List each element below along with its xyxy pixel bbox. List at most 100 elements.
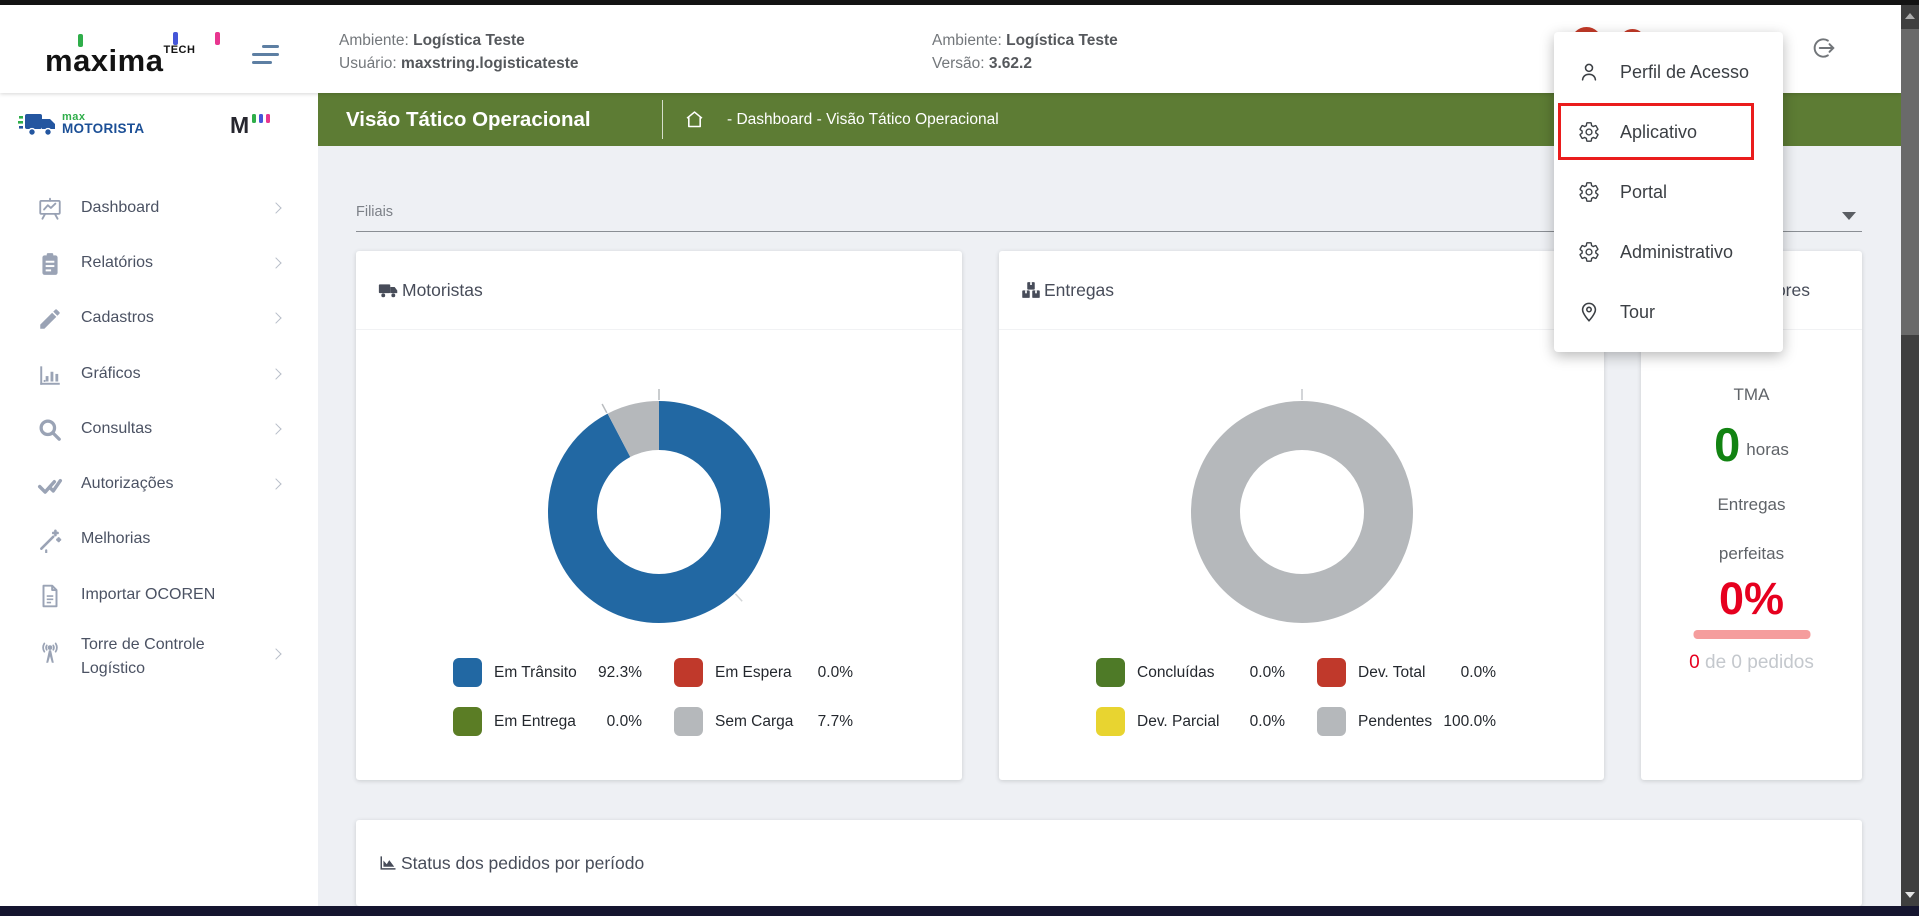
legend-label: Em Espera	[715, 658, 792, 688]
map-pin-icon	[1578, 301, 1600, 328]
sidebar-item-cadastros[interactable]: Cadastros	[0, 296, 318, 340]
brand-suffix: TECH	[163, 44, 195, 56]
ambiente-value: Logística Teste	[413, 32, 525, 49]
legend-swatch	[1317, 658, 1346, 687]
menu-item-administrativo[interactable]: Administrativo	[1554, 222, 1783, 282]
environment-user-info: Ambiente: Logística Teste Usuário: maxst…	[339, 29, 578, 75]
motoristas-card: Motoristas Em Trânsito 92.3% Em Espera 0…	[356, 251, 962, 780]
status-title: Status dos pedidos por período	[401, 853, 644, 874]
menu-item-tour[interactable]: Tour	[1554, 282, 1783, 342]
status-pedidos-card: Status dos pedidos por período	[356, 820, 1862, 906]
legend-swatch	[453, 658, 482, 687]
legend-row: Em Entrega 0.0% Sem Carga 7.7%	[356, 707, 962, 737]
sidebar-item-relatorios[interactable]: Relatórios	[0, 241, 318, 285]
sidebar: max MOTORISTA M Dashboard Relatórios	[0, 93, 318, 906]
area-chart-icon	[378, 853, 398, 873]
legend-swatch	[674, 707, 703, 736]
menu-item-aplicativo[interactable]: Aplicativo	[1554, 102, 1783, 162]
sidebar-item-importar-ocoren[interactable]: Importar OCOREN	[0, 573, 318, 617]
legend-row: Dev. Parcial 0.0% Pendentes 100.0%	[999, 707, 1604, 737]
chevron-right-icon	[270, 423, 281, 434]
filiais-select-label[interactable]: Filiais	[356, 204, 393, 220]
page-title: Visão Tático Operacional	[346, 93, 591, 146]
logout-icon[interactable]	[1810, 35, 1836, 61]
legend-value: 0.0%	[1215, 658, 1285, 688]
legend-label: Sem Carga	[715, 707, 793, 737]
legend-label: Em Trânsito	[494, 658, 577, 688]
legend-swatch	[1096, 658, 1125, 687]
entregas-card-header: Entregas	[999, 251, 1604, 330]
legend-value: 0.0%	[783, 658, 853, 688]
person-icon	[1578, 61, 1600, 88]
tma-label: TMA	[1641, 385, 1862, 405]
gear-icon	[1578, 241, 1600, 268]
scroll-up-arrow-icon[interactable]	[1901, 5, 1919, 27]
legend-value: 92.3%	[572, 658, 642, 688]
legend-value: 7.7%	[783, 707, 853, 737]
usuario-value: maxstring.logisticateste	[401, 55, 578, 72]
sidebar-item-torre-de-controle[interactable]: Torre de Controle Logístico	[0, 624, 318, 680]
vertical-scrollbar[interactable]	[1901, 5, 1919, 916]
header-divider	[662, 100, 663, 139]
scroll-down-arrow-icon[interactable]	[1901, 885, 1919, 905]
legend-swatch	[453, 707, 482, 736]
legend-label: Dev. Total	[1358, 658, 1426, 688]
entregas-title: Entregas	[1044, 280, 1114, 301]
legend-row: Concluídas 0.0% Dev. Total 0.0%	[999, 658, 1604, 688]
legend-value: 0.0%	[572, 707, 642, 737]
legend-value: 0.0%	[1215, 707, 1285, 737]
tma-value-row: 0horas	[1641, 417, 1862, 467]
scrollbar-thumb[interactable]	[1901, 29, 1919, 335]
entregas-card: Entregas Concluídas 0.0% Dev. Total 0.0%…	[999, 251, 1604, 780]
gear-icon	[1578, 181, 1600, 208]
chevron-right-icon	[270, 368, 281, 379]
legend-label: Pendentes	[1358, 707, 1432, 737]
legend-label: Concluídas	[1137, 658, 1215, 688]
chevron-down-icon[interactable]	[1842, 212, 1856, 220]
menu-item-portal[interactable]: Portal	[1554, 162, 1783, 222]
legend-value: 100.0%	[1426, 707, 1496, 737]
sidebar-item-graficos[interactable]: Gráficos	[0, 352, 318, 396]
chevron-right-icon	[270, 312, 281, 323]
legend-label: Em Entrega	[494, 707, 576, 737]
usuario-label: Usuário:	[339, 55, 397, 72]
document-icon	[37, 583, 63, 614]
motoristas-card-header: Motoristas	[356, 251, 962, 330]
antenna-icon	[37, 640, 63, 671]
perfect-deliveries-percent: 0%	[1641, 573, 1862, 625]
motoristas-donut-chart	[509, 362, 809, 662]
status-card-header: Status dos pedidos por período	[356, 820, 1862, 906]
percent-underline-bar	[1693, 630, 1810, 639]
legend-row: Em Trânsito 92.3% Em Espera 0.0%	[356, 658, 962, 688]
entregas-perfeitas-line2: perfeitas	[1641, 544, 1862, 564]
ambiente-value-2: Logística Teste	[1006, 32, 1118, 49]
chevron-right-icon	[270, 257, 281, 268]
sidebar-item-consultas[interactable]: Consultas	[0, 407, 318, 451]
environment-version-info: Ambiente: Logística Teste Versão: 3.62.2	[932, 29, 1118, 75]
legend-label: Dev. Parcial	[1137, 707, 1219, 737]
sidebar-item-autorizacoes[interactable]: Autorizações	[0, 462, 318, 506]
double-check-icon	[37, 472, 63, 503]
clipboard-icon	[37, 251, 63, 282]
truck-icon	[378, 280, 399, 301]
logo-pink-tick	[215, 32, 220, 45]
entregas-donut-chart	[1152, 362, 1452, 662]
menu-toggle-icon[interactable]	[252, 45, 282, 67]
window-bottom-edge	[0, 906, 1919, 916]
wand-icon	[37, 527, 63, 558]
logo-blue-tick	[173, 32, 178, 45]
sidebar-item-dashboard[interactable]: Dashboard	[0, 186, 318, 230]
breadcrumb: - Dashboard - Visão Tático Operacional	[727, 93, 999, 146]
chevron-right-icon	[270, 478, 281, 489]
menu-item-perfil-de-acesso[interactable]: Perfil de Acesso	[1554, 42, 1783, 102]
app-window: maximaTECH Ambiente: Logística Teste Usu…	[0, 0, 1919, 916]
home-icon[interactable]	[684, 109, 705, 135]
maxima-m-logo: M	[230, 112, 270, 139]
sidebar-item-melhorias[interactable]: Melhorias	[0, 517, 318, 561]
versao-value: 3.62.2	[989, 55, 1032, 72]
logo-motorista-text: MOTORISTA	[62, 123, 144, 135]
dashboard-icon	[37, 196, 63, 227]
versao-label: Versão:	[932, 55, 985, 72]
max-motorista-logo[interactable]: max MOTORISTA M	[18, 110, 308, 144]
user-dropdown-menu: Perfil de Acesso Aplicativo Portal	[1554, 32, 1783, 352]
